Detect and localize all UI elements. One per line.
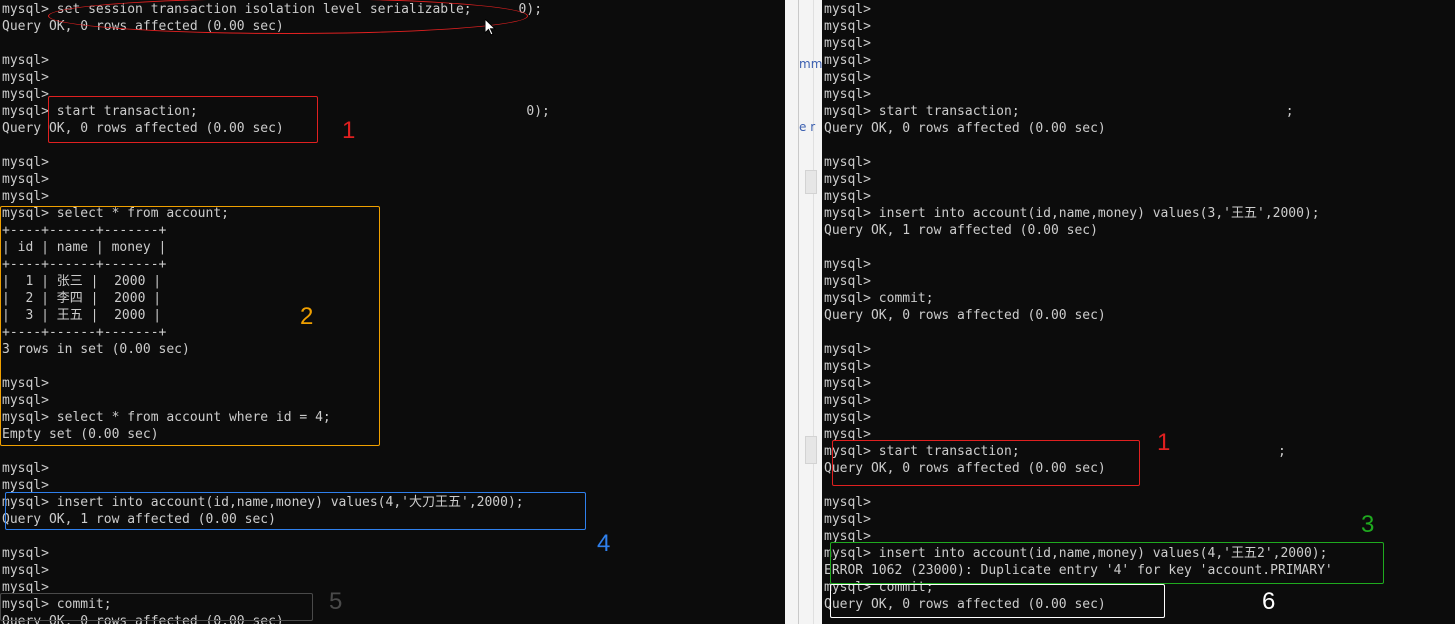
terminal-line: mysql> — [2, 376, 49, 391]
terminal-line: mysql> — [824, 376, 871, 391]
terminal-line: Query OK, 0 rows affected (0.00 sec) — [824, 121, 1106, 136]
left-terminal-output[interactable]: mysql> set session transaction isolation… — [2, 1, 550, 624]
terminal-line: | 2 | 李四 | 2000 | — [2, 291, 162, 306]
terminal-line: mysql> — [824, 19, 871, 34]
terminal-line: mysql> start transaction; 0); — [2, 104, 550, 119]
terminal-line: mysql> commit; — [824, 580, 934, 595]
background-scroll-marker — [805, 436, 817, 464]
left-terminal-window[interactable]: mysql> set session transaction isolation… — [0, 0, 785, 624]
terminal-line: Query OK, 0 rows affected (0.00 sec) — [2, 614, 284, 624]
terminal-line: Query OK, 0 rows affected (0.00 sec) — [824, 308, 1106, 323]
terminal-line: mysql> — [2, 478, 49, 493]
terminal-line: mysql> commit; — [2, 597, 112, 612]
right-step-3-label: 3 — [1361, 511, 1375, 538]
terminal-line: mysql> — [824, 512, 871, 527]
terminal-line: mysql> — [824, 342, 871, 357]
terminal-line: ERROR 1062 (23000): Duplicate entry '4' … — [824, 563, 1333, 578]
window-divider — [798, 0, 799, 624]
terminal-line: Query OK, 0 rows affected (0.00 sec) — [824, 597, 1106, 612]
terminal-line: mysql> insert into account(id,name,money… — [2, 495, 524, 510]
terminal-line: mysql> — [2, 393, 49, 408]
terminal-line: mysql> — [2, 461, 49, 476]
terminal-line: mysql> — [824, 427, 871, 442]
terminal-line: Query OK, 0 rows affected (0.00 sec) — [2, 19, 284, 34]
terminal-line: mysql> — [2, 155, 49, 170]
terminal-line: mysql> — [824, 189, 871, 204]
terminal-line: mysql> — [2, 189, 49, 204]
terminal-line: mysql> — [2, 172, 49, 187]
right-step-6-label: 6 — [1262, 588, 1276, 615]
terminal-line: mysql> start transaction; ; — [824, 104, 1294, 119]
window-divider — [813, 0, 814, 624]
terminal-line: mysql> — [824, 257, 871, 272]
terminal-line: mysql> — [824, 70, 871, 85]
left-step-4-label: 4 — [597, 530, 611, 557]
terminal-line: mysql> — [824, 155, 871, 170]
terminal-line: mysql> commit; — [824, 291, 934, 306]
background-scroll-marker — [805, 170, 817, 194]
terminal-line: mysql> — [824, 172, 871, 187]
terminal-line: +----+------+-------+ — [2, 325, 167, 340]
right-terminal-window[interactable]: mysql> mysql> mysql> mysql> mysql> mysql> mysq… — [822, 0, 1455, 624]
terminal-line: mysql> — [2, 546, 49, 561]
terminal-line: +----+------+-------+ — [2, 257, 167, 272]
terminal-line: mysql> insert into account(id,name,money… — [824, 206, 1320, 221]
terminal-line: mysql> — [2, 580, 49, 595]
terminal-line: mysql> — [824, 274, 871, 289]
left-step-1-label: 1 — [342, 117, 356, 144]
left-step-5-label: 5 — [329, 588, 343, 615]
background-text-fragment: mmi — [799, 57, 822, 71]
terminal-line: mysql> — [2, 70, 49, 85]
terminal-line: mysql> — [824, 53, 871, 68]
left-step-2-label: 2 — [300, 303, 314, 330]
right-terminal-output[interactable]: mysql> mysql> mysql> mysql> mysql> mysql> mysq… — [824, 1, 1333, 613]
terminal-line: mysql> start transaction; ; — [824, 444, 1286, 459]
terminal-line: mysql> — [824, 2, 871, 17]
terminal-line: | 3 | 王五 | 2000 | — [2, 308, 162, 323]
terminal-line: mysql> — [2, 87, 49, 102]
terminal-line: mysql> — [824, 393, 871, 408]
terminal-line: mysql> — [824, 410, 871, 425]
terminal-line: 3 rows in set (0.00 sec) — [2, 342, 190, 357]
terminal-line: mysql> — [824, 495, 871, 510]
terminal-line: Empty set (0.00 sec) — [2, 427, 159, 442]
terminal-line: mysql> insert into account(id,name,money… — [824, 546, 1328, 561]
terminal-line: mysql> — [824, 87, 871, 102]
terminal-line: Query OK, 1 row affected (0.00 sec) — [824, 223, 1098, 238]
background-window-strip: mmi e r — [785, 0, 822, 624]
terminal-line: | 1 | 张三 | 2000 | — [2, 274, 162, 289]
terminal-line: mysql> — [2, 53, 49, 68]
terminal-line: +----+------+-------+ — [2, 223, 167, 238]
background-text-fragment: e r — [799, 120, 816, 134]
terminal-line: | id | name | money | — [2, 240, 167, 255]
terminal-line: mysql> set session transaction isolation… — [2, 2, 543, 17]
terminal-line: mysql> select * from account where id = … — [2, 410, 331, 425]
terminal-line: Query OK, 1 row affected (0.00 sec) — [2, 512, 276, 527]
terminal-line: mysql> select * from account; — [2, 206, 229, 221]
terminal-line: mysql> — [824, 359, 871, 374]
terminal-line: mysql> — [824, 36, 871, 51]
terminal-line: Query OK, 0 rows affected (0.00 sec) — [824, 461, 1106, 476]
terminal-line: mysql> — [2, 563, 49, 578]
right-step-1-label: 1 — [1157, 429, 1171, 456]
terminal-line: Query OK, 0 rows affected (0.00 sec) — [2, 121, 284, 136]
terminal-line: mysql> — [824, 529, 871, 544]
